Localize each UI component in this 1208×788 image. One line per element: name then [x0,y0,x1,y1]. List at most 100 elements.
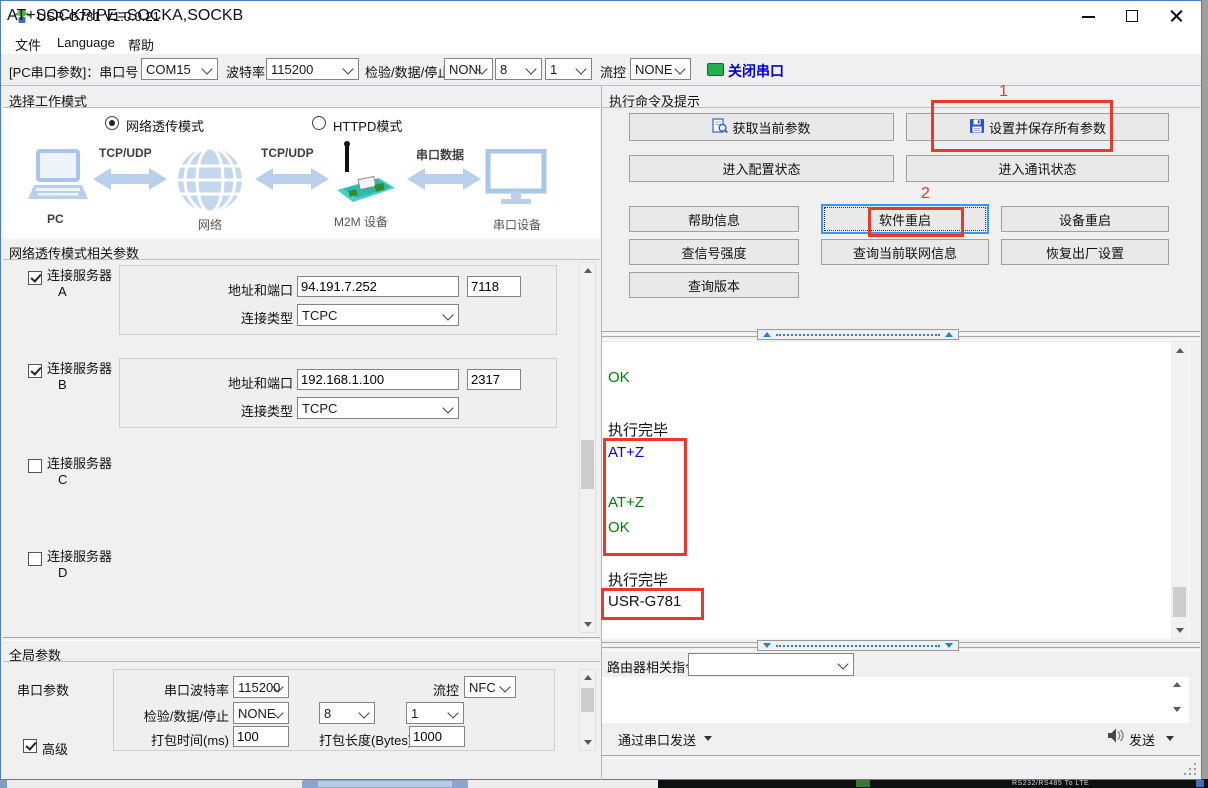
log-line: USR-G781 [608,593,681,610]
global-databits-select[interactable]: 8 [319,702,375,724]
menu-language[interactable]: Language [57,35,115,50]
serial-device-monitor-icon [485,149,547,212]
chevron-down-icon[interactable] [1166,736,1174,741]
close-button[interactable] [1161,5,1191,27]
server-b-port-input[interactable] [467,369,521,390]
scroll-up-icon[interactable] [580,670,595,685]
global-flow-select[interactable]: NFC [464,676,516,698]
via-serial-dropdown[interactable]: 通过串口发送 [618,730,696,749]
global-baud-select[interactable]: 115200 [233,676,289,698]
server-b-checkbox[interactable] [28,364,42,378]
chevron-down-icon [837,658,848,669]
radio-transparent-mode[interactable] [105,116,119,130]
arrow-middle-icon [251,166,333,197]
databits-value: 8 [500,62,507,77]
pack-len-input[interactable] [409,726,465,747]
soft-restart-label: 软件重启 [879,210,931,229]
pack-time-input[interactable] [233,726,289,747]
query-net-info-button[interactable]: 查询当前联网信息 [821,239,989,265]
server-b-addr-label: 地址和端口 [181,373,293,392]
log-line: AT+Z [608,444,644,461]
divider [602,107,1200,108]
resize-grip[interactable] [1184,763,1198,777]
server-d-name: 连接服务器 [47,549,112,564]
menu-help[interactable]: 帮助 [128,35,154,54]
scroll-down-icon[interactable] [580,617,595,632]
minimize-button[interactable] [1073,5,1103,27]
chevron-down-icon [674,63,685,74]
server-a-port-input[interactable] [467,276,521,297]
chevron-down-icon [447,707,458,718]
serial-group-label: 串口参数 [17,680,69,699]
get-params-button[interactable]: 获取当前参数 [629,113,894,141]
chevron-down-icon [201,63,212,74]
log-splitter-handle[interactable] [757,329,959,340]
stopbits-select[interactable]: 1 [545,58,592,80]
netparams-scrollbar[interactable] [579,262,596,633]
databits-select[interactable]: 8 [495,58,542,80]
advanced-checkbox[interactable] [23,739,37,753]
send-splitter-handle[interactable] [757,640,959,651]
desktop-photo-blue-part [1196,780,1204,787]
scroll-up-icon[interactable] [580,263,595,278]
scrollbar-thumb[interactable] [581,440,594,489]
send-scroll-up-icon[interactable] [1173,682,1181,687]
server-b-address-input[interactable] [297,369,459,390]
server-a-type-select[interactable]: TCPC [297,304,459,326]
enter-comm-label: 进入通讯状态 [998,159,1076,178]
server-a-checkbox[interactable] [28,271,42,285]
menu-file[interactable]: 文件 [15,35,41,54]
scrollbar-thumb[interactable] [581,688,594,712]
save-params-button[interactable]: 设置并保存所有参数 [906,113,1169,141]
device-restart-button[interactable]: 设备重启 [1001,206,1169,232]
server-a-address-input[interactable] [297,276,459,297]
desktop-laptop-image-screen [318,781,452,787]
log-line: OK [608,369,630,386]
scroll-down-icon[interactable] [580,735,595,750]
router-cmd-select[interactable] [688,653,854,676]
help-info-button[interactable]: 帮助信息 [629,206,799,232]
global-stopbits-select[interactable]: 1 [406,702,464,724]
global-flow-value: NFC [469,680,496,695]
send-button[interactable]: 发送 [1129,730,1155,749]
maximize-button[interactable] [1117,5,1147,27]
router-cmd-label: 路由器相关指令 [607,657,698,676]
arrow-left-icon [89,166,171,197]
send-scroll-down-icon[interactable] [1173,707,1181,712]
server-a-type-label: 连接类型 [181,308,293,327]
annotation-1: 1 [999,83,1008,101]
scroll-up-icon[interactable] [1172,343,1187,358]
global-databits-value: 8 [324,706,331,721]
log-scrollbar[interactable] [1171,342,1188,639]
server-d-checkbox[interactable] [28,552,42,566]
divider [3,259,600,260]
close-serial-button[interactable]: 关闭串口 [728,61,784,81]
soft-restart-button[interactable]: 软件重启 [821,204,989,234]
chevron-down-icon[interactable] [704,736,712,741]
serial-device-label: 串口设备 [493,216,541,233]
flow-value: NONE [635,62,673,77]
scroll-down-icon[interactable] [1172,623,1187,638]
enter-comm-button[interactable]: 进入通讯状态 [906,155,1169,182]
parity-select[interactable]: NONI [444,58,493,80]
collapse-up-icon [763,332,771,337]
server-b-type-select[interactable]: TCPC [297,397,459,419]
baud-select[interactable]: 115200 [266,58,359,80]
com-port-select[interactable]: COM15 [141,58,218,80]
check-signal-button[interactable]: 查信号强度 [629,239,799,265]
global-parity-select[interactable]: NONE [233,702,289,724]
doc-search-icon [712,118,728,137]
scrollbar-thumb[interactable] [1173,587,1186,617]
query-version-button[interactable]: 查询版本 [629,272,799,298]
app-window: USR-G781 V1.0.0.21 文件 Language 帮助 [PC串口参… [0,0,1202,780]
com-port-value: COM15 [146,62,191,77]
enter-config-button[interactable]: 进入配置状态 [629,155,894,182]
splitter-dots [776,645,940,647]
radio-httpd-mode[interactable] [312,116,326,130]
flow-select[interactable]: NONE [630,58,691,80]
server-c-checkbox[interactable] [28,459,42,473]
global-flow-label: 流控 [399,680,459,699]
globalparams-scrollbar[interactable] [579,669,596,751]
factory-reset-button[interactable]: 恢复出厂设置 [1001,239,1169,265]
send-command-textarea[interactable] [602,677,1189,723]
